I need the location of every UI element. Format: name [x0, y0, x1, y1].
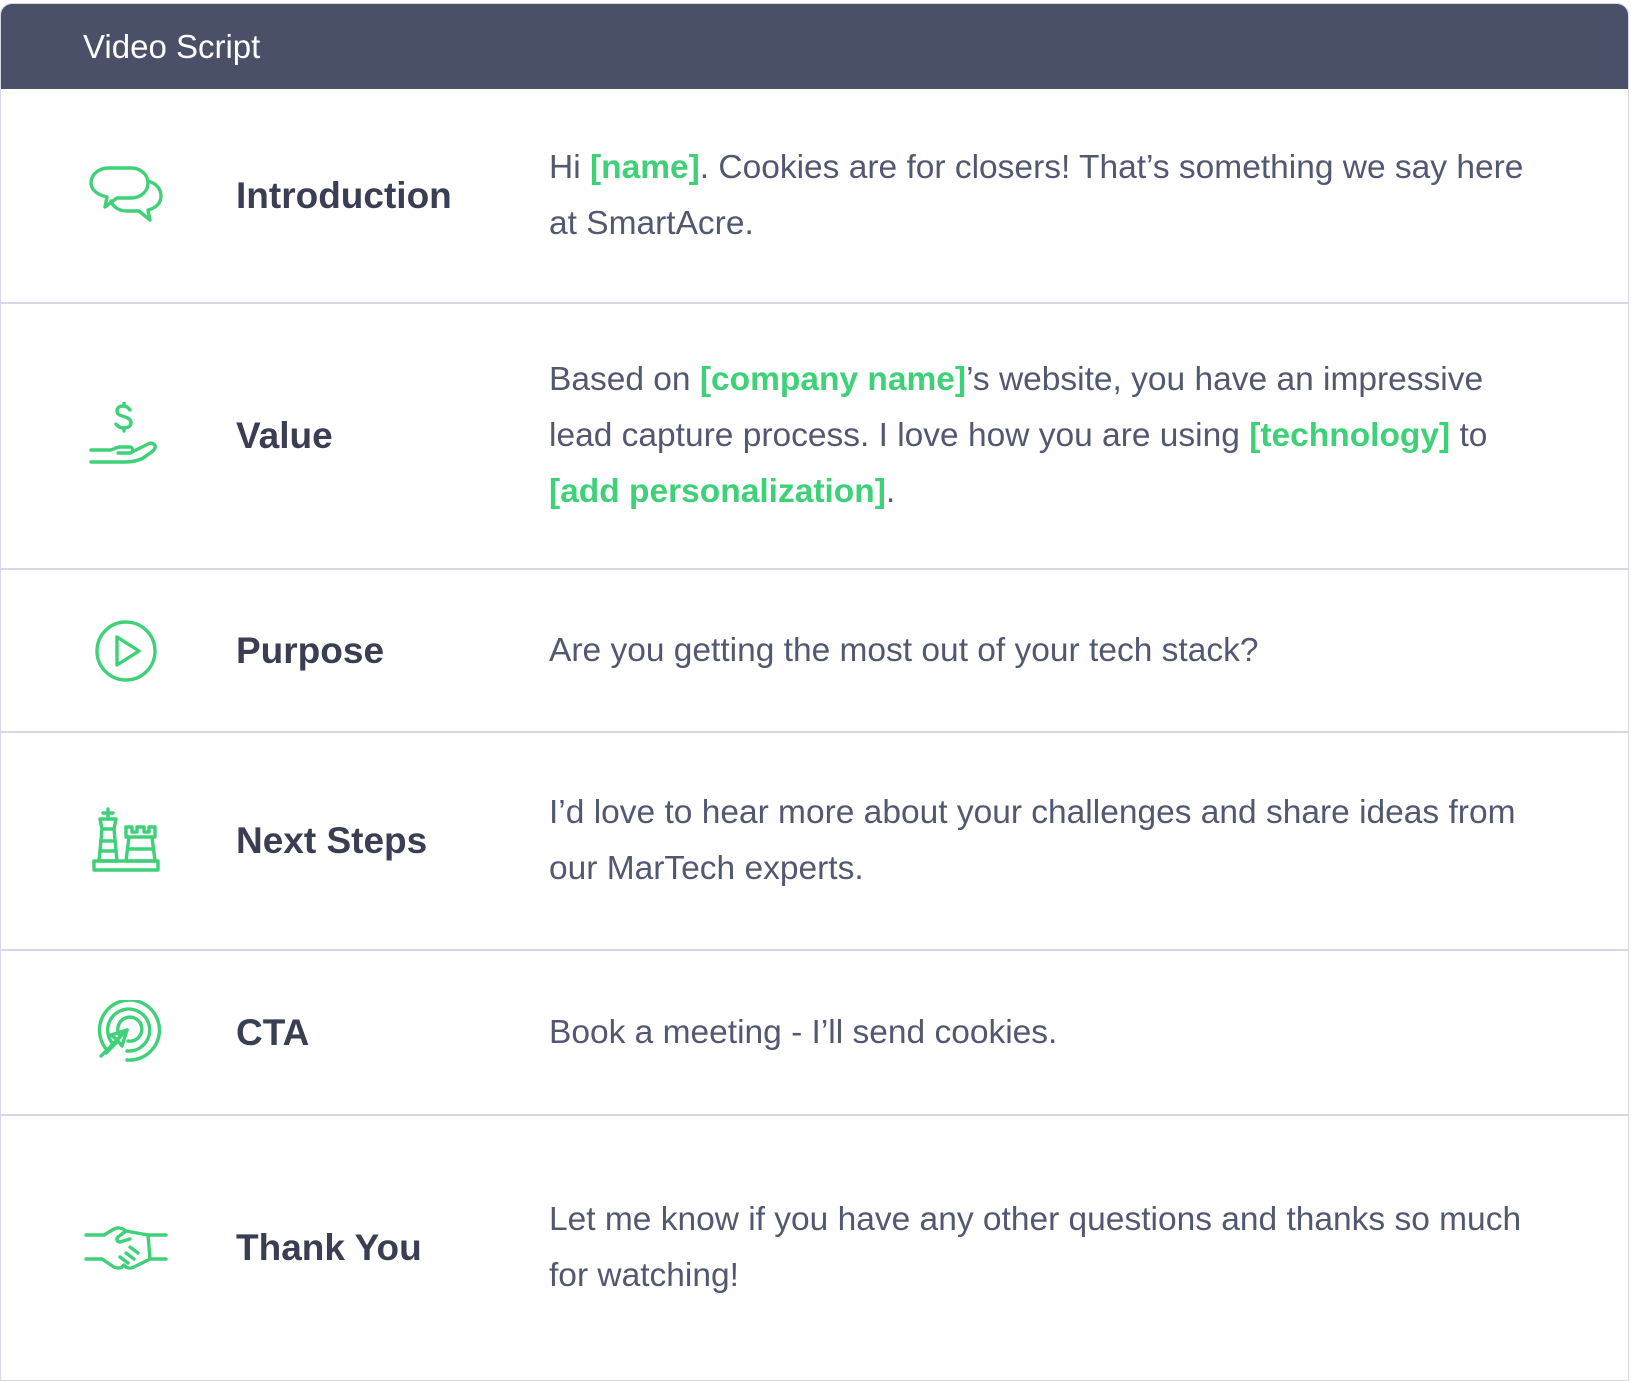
- row-text: Book a meeting - I’ll send cookies.: [549, 951, 1538, 1114]
- row-label: Next Steps: [236, 820, 428, 861]
- placeholder-token: [name]: [589, 148, 700, 186]
- row-text: Based on [company name]’s website, you h…: [549, 304, 1538, 568]
- text-segment: .: [885, 473, 896, 510]
- script-row-thank-you: Thank You Let me know if you have any ot…: [1, 1116, 1628, 1380]
- chess-pieces-icon: [71, 733, 181, 949]
- row-label: Introduction: [236, 174, 452, 216]
- row-label: Purpose: [236, 629, 385, 671]
- script-row-purpose: Purpose Are you getting the most out of …: [1, 570, 1628, 733]
- text-segment: Based on: [549, 361, 700, 398]
- chat-bubbles-icon: [71, 89, 181, 302]
- text-segment: Book a meeting - I’ll send cookies.: [549, 1013, 1058, 1051]
- script-row-cta: CTA Book a meeting - I’ll send cookies.: [1, 951, 1628, 1116]
- video-script-card: Video Script Introduction Hi [name]. Coo…: [0, 3, 1629, 1381]
- target-cursor-icon: [71, 951, 181, 1114]
- placeholder-token: [technology]: [1249, 417, 1451, 454]
- text-segment: Are you getting the most out of your tec…: [549, 631, 1259, 669]
- card-title: Video Script: [83, 28, 261, 65]
- dollar-hand-icon: [71, 304, 181, 568]
- play-circle-icon: [71, 570, 181, 731]
- row-label: Thank You: [236, 1227, 422, 1268]
- row-label: Value: [236, 415, 333, 456]
- script-row-introduction: Introduction Hi [name]. Cookies are for …: [1, 89, 1628, 304]
- row-text: I’d love to hear more about your challen…: [549, 733, 1538, 949]
- card-header: Video Script: [1, 4, 1628, 89]
- script-row-value: Value Based on [company name]’s website,…: [1, 304, 1628, 570]
- placeholder-token: [company name]: [699, 361, 967, 398]
- text-segment: to: [1450, 417, 1488, 454]
- row-text: Hi [name]. Cookies are for closers! That…: [549, 89, 1538, 302]
- text-segment: Hi: [549, 148, 590, 186]
- text-segment: Let me know if you have any other questi…: [549, 1201, 1522, 1294]
- text-segment: I’d love to hear more about your challen…: [549, 794, 1516, 887]
- row-label: CTA: [236, 1011, 310, 1053]
- row-text: Let me know if you have any other questi…: [549, 1116, 1538, 1380]
- placeholder-token: [add personalization]: [549, 473, 886, 510]
- row-text: Are you getting the most out of your tec…: [549, 570, 1538, 731]
- handshake-icon: [71, 1116, 181, 1380]
- script-row-next-steps: Next Steps I’d love to hear more about y…: [1, 733, 1628, 951]
